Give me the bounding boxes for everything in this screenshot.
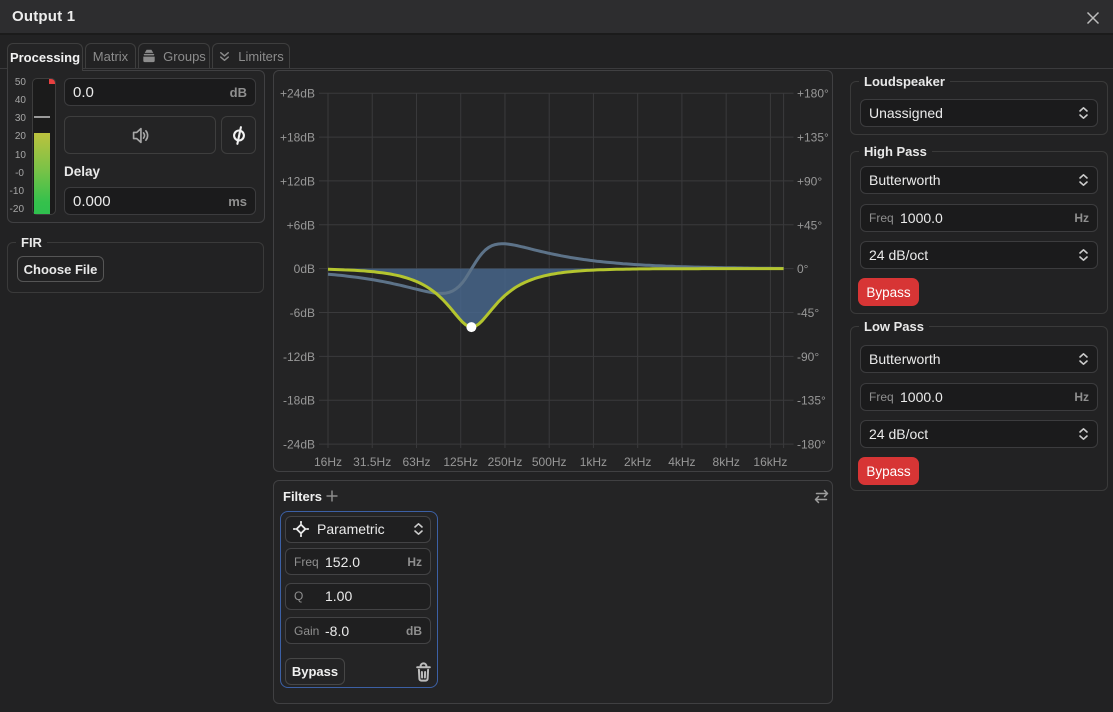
svg-text:+6dB: +6dB — [287, 218, 315, 232]
svg-text:2kHz: 2kHz — [624, 455, 651, 469]
svg-text:-12dB: -12dB — [283, 350, 315, 364]
svg-text:-180°: -180° — [797, 438, 826, 452]
svg-text:+135°: +135° — [797, 131, 829, 145]
svg-text:16Hz: 16Hz — [314, 455, 342, 469]
svg-text:31.5Hz: 31.5Hz — [353, 455, 391, 469]
svg-text:-6dB: -6dB — [290, 306, 315, 320]
svg-text:-45°: -45° — [797, 306, 819, 320]
svg-text:125Hz: 125Hz — [443, 455, 478, 469]
svg-text:0dB: 0dB — [294, 262, 315, 276]
svg-text:+90°: +90° — [797, 174, 822, 188]
svg-text:+45°: +45° — [797, 218, 822, 232]
svg-text:-18dB: -18dB — [283, 394, 315, 408]
svg-text:250Hz: 250Hz — [488, 455, 523, 469]
svg-text:+18dB: +18dB — [280, 131, 315, 145]
svg-text:0°: 0° — [797, 262, 809, 276]
svg-text:-24dB: -24dB — [283, 438, 315, 452]
svg-text:+12dB: +12dB — [280, 174, 315, 188]
svg-text:-135°: -135° — [797, 394, 826, 408]
svg-text:16kHz: 16kHz — [753, 455, 787, 469]
svg-text:-90°: -90° — [797, 350, 819, 364]
svg-text:63Hz: 63Hz — [402, 455, 430, 469]
svg-text:500Hz: 500Hz — [532, 455, 567, 469]
svg-text:8kHz: 8kHz — [713, 455, 740, 469]
svg-text:+180°: +180° — [797, 87, 829, 101]
svg-text:+24dB: +24dB — [280, 87, 315, 101]
svg-text:4kHz: 4kHz — [668, 455, 695, 469]
svg-text:1kHz: 1kHz — [580, 455, 607, 469]
